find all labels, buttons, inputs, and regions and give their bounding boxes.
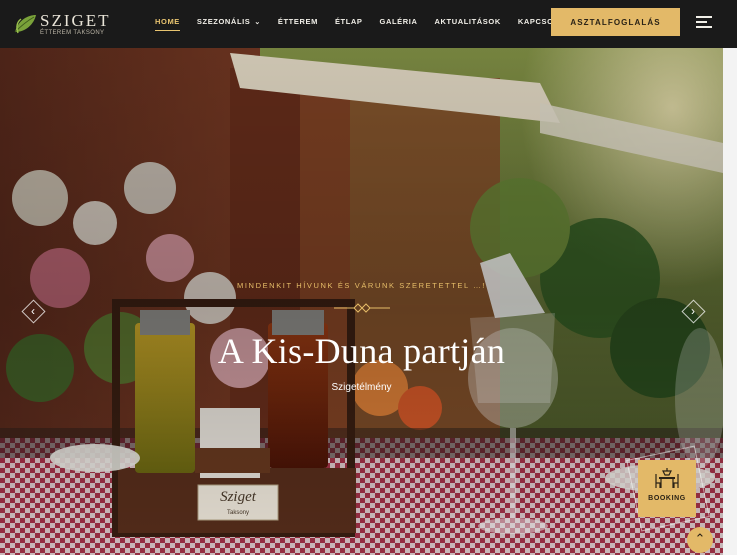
ornament-divider: [334, 303, 390, 313]
chevron-down-icon: ⌄: [254, 19, 261, 26]
hero-headline: A Kis-Duna partján: [217, 331, 506, 371]
booking-widget-button[interactable]: BOOKING: [638, 460, 696, 517]
nav-item-etlap[interactable]: ÉTLAP: [335, 17, 363, 26]
nav-item-galeria[interactable]: GALÉRIA: [380, 17, 418, 26]
nav-item-aktualitasok[interactable]: AKTUALITÁSOK: [434, 17, 500, 26]
page-scrollbar[interactable]: [723, 48, 737, 555]
hero-kicker: MINDENKIT HÍVUNK ÉS VÁRUNK SZERETETTEL ……: [237, 281, 486, 290]
brand-title: SZIGET: [40, 10, 111, 30]
nav-item-label: SZEZONÁLIS: [196, 17, 251, 26]
dining-table-icon: [655, 468, 679, 488]
slider-next-button[interactable]: ›: [681, 299, 706, 324]
site-logo[interactable]: SZIGET ÉTTEREM TAKSONY: [12, 10, 111, 38]
hamburger-menu-icon[interactable]: [696, 16, 712, 28]
chevron-left-icon: ‹: [31, 304, 35, 318]
hero-background-image: Sziget Taksony: [0, 48, 723, 555]
table-booking-button[interactable]: ASZTALFOGLALÁS: [551, 8, 680, 36]
main-nav: HOME SZEZONÁLIS ⌄ ÉTTEREM ÉTLAP GALÉRIA A…: [155, 17, 586, 31]
brand-subtitle: ÉTTEREM TAKSONY: [40, 29, 105, 36]
nav-item-szezonalis[interactable]: SZEZONÁLIS ⌄: [197, 17, 261, 26]
back-to-top-button[interactable]: ⌃: [687, 527, 713, 553]
chevron-right-icon: ›: [691, 304, 695, 318]
slider-prev-button[interactable]: ‹: [21, 299, 46, 324]
nav-item-etterem[interactable]: ÉTTEREM: [278, 17, 318, 26]
leaf-logo-icon: [14, 15, 36, 34]
nav-item-home[interactable]: HOME: [155, 17, 180, 31]
top-navbar: SZIGET ÉTTEREM TAKSONY HOME SZEZONÁLIS ⌄ …: [0, 0, 737, 48]
chevron-up-icon: ⌃: [694, 531, 706, 546]
booking-label: BOOKING: [648, 495, 686, 502]
hero-subline: Szigetélmény: [331, 382, 392, 393]
hero-slider: Sziget Taksony MINDENKIT HÍVUNK ÉS VÁRUN…: [0, 48, 723, 555]
